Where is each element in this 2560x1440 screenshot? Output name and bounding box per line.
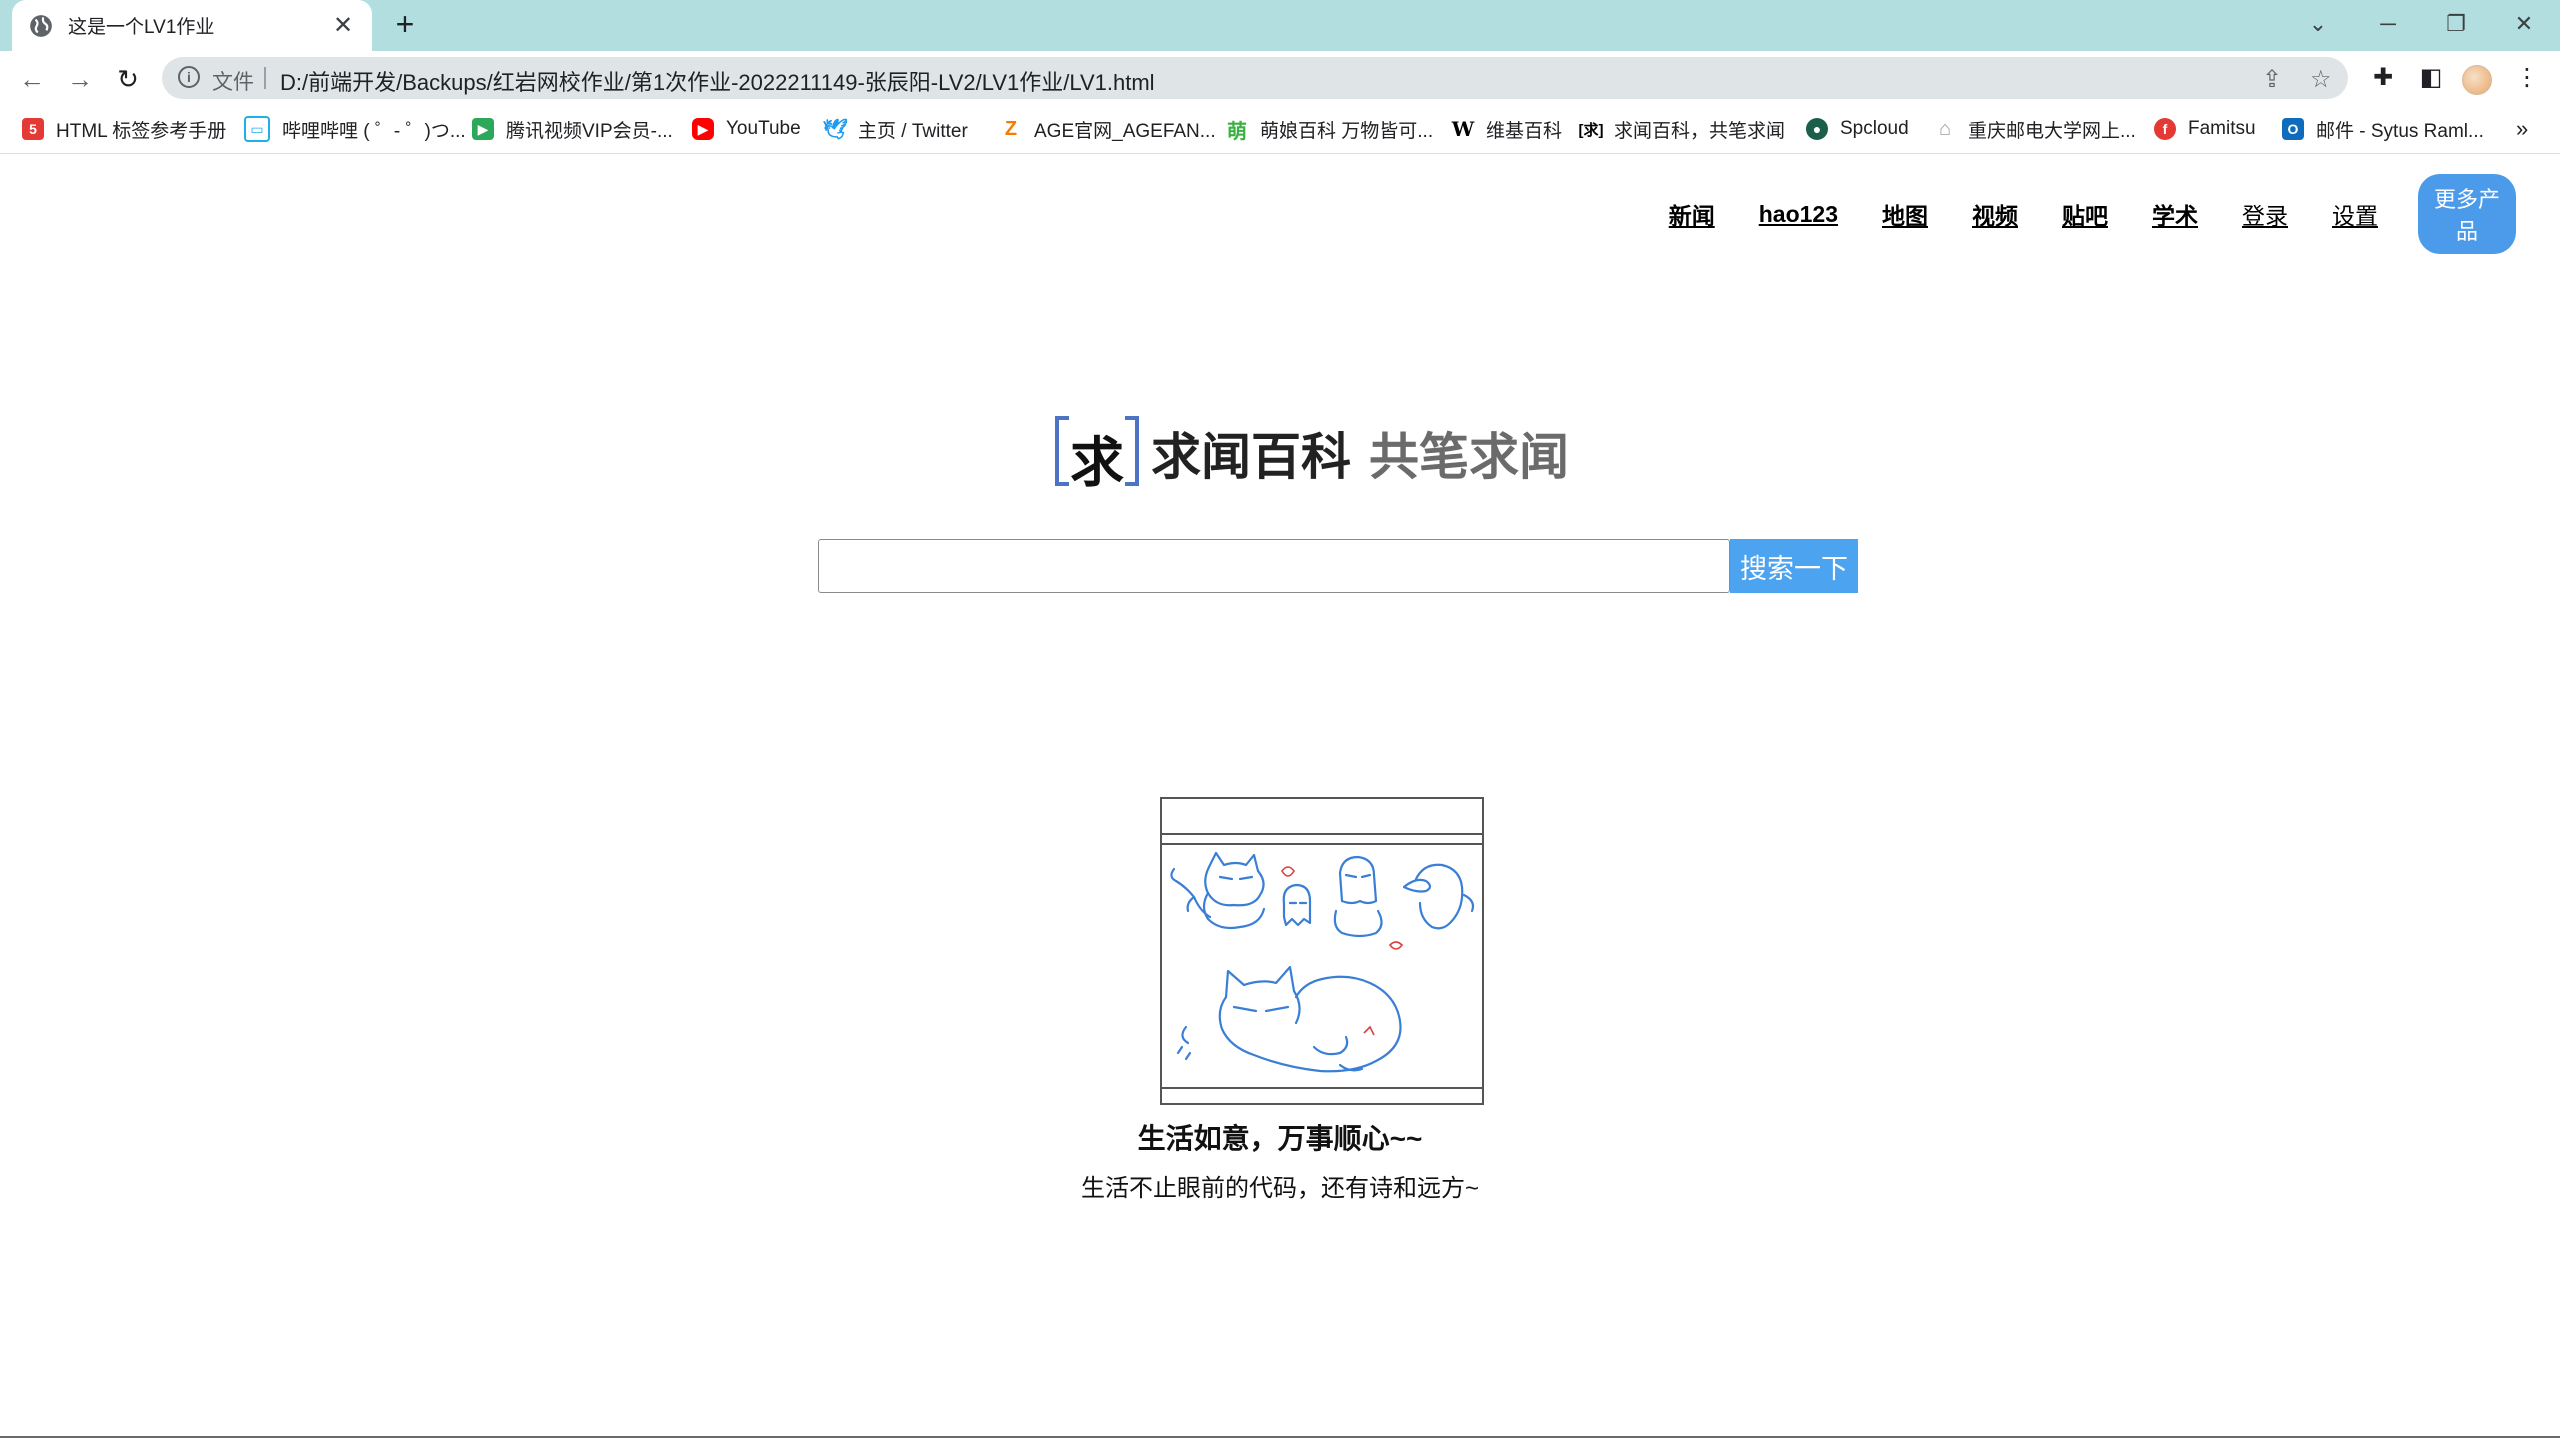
bookmark-star-icon[interactable]: ☆ — [2310, 65, 2332, 94]
tab-title: 这是一个LV1作业 — [68, 17, 215, 38]
footer-divider — [0, 1436, 2560, 1438]
nav-link-login[interactable]: 登录 — [2242, 197, 2288, 231]
age-icon: Z — [1000, 118, 1022, 140]
logo-bracket-right — [1125, 416, 1139, 486]
bookmark-item[interactable]: 5 HTML 标签参考手册 — [22, 114, 226, 144]
reload-button[interactable]: ↻ — [112, 63, 144, 95]
nav-link-academic[interactable]: 学术 — [2152, 197, 2198, 231]
divider — [1162, 1087, 1482, 1089]
search-button[interactable]: 搜索一下 — [1730, 539, 1858, 593]
back-button[interactable]: ← — [16, 63, 48, 95]
wikipedia-icon: W — [1451, 117, 1475, 141]
bookmark-item[interactable]: ▶ YouTube — [692, 114, 801, 144]
bookmark-label: 邮件 - Sytus Raml... — [2316, 120, 2484, 142]
close-window-button[interactable]: ✕ — [2494, 6, 2554, 42]
logo-mark: 求 — [1055, 416, 1139, 494]
file-scheme-label: 文件 — [212, 71, 254, 94]
bookmark-label: 求闻百科，共笔求闻 — [1614, 120, 1786, 142]
close-tab-icon[interactable]: ✕ — [330, 11, 356, 40]
search-input[interactable] — [818, 539, 1730, 593]
nav-link-hao123[interactable]: hao123 — [1759, 201, 1838, 228]
bookmark-label: Spcloud — [1840, 118, 1909, 139]
image-subcaption: 生活不止眼前的代码，还有诗和远方~ — [1080, 1175, 1479, 1202]
moegirl-icon: 萌 — [1226, 118, 1248, 143]
divider — [1162, 833, 1482, 835]
bookmark-label: 重庆邮电大学网上... — [1968, 120, 2136, 142]
bookmark-item[interactable]: ● Spcloud — [1806, 114, 1909, 144]
logo-mark-char: 求 — [1070, 430, 1124, 494]
tab-search-icon[interactable]: ⌄ — [2288, 6, 2348, 42]
bookmark-item[interactable]: O 邮件 - Sytus Raml... — [2282, 114, 2484, 144]
address-bar[interactable]: i 文件 D:/前端开发/Backups/红岩网校作业/第1次作业-202221… — [162, 57, 2348, 99]
bookmarks-bar: 5 HTML 标签参考手册 ▭ 哔哩哔哩 ( ゜- ゜)つ... ▶ 腾讯视频VIP会… — [0, 106, 2560, 154]
search-form: 搜索一下 — [818, 539, 1858, 593]
tab-strip: 这是一个LV1作业 ✕ + ⌄ ─ ❐ ✕ — [0, 0, 2560, 51]
browser-tab[interactable]: 这是一个LV1作业 ✕ — [12, 0, 372, 51]
top-nav: 新闻 hao123 地图 视频 贴吧 学术 登录 设置 更多产品 — [1625, 174, 2516, 254]
side-panel-icon[interactable]: ◧ — [2416, 63, 2446, 93]
cqupt-icon: ⌂ — [1934, 118, 1956, 140]
minimize-button[interactable]: ─ — [2358, 6, 2418, 42]
bookmark-item[interactable]: 萌萌娘百科 万物皆可... — [1226, 114, 1433, 144]
outlook-mail-icon: O — [2282, 118, 2304, 140]
nav-link-tieba[interactable]: 贴吧 — [2062, 197, 2108, 231]
bookmark-label: 腾讯视频VIP会员-... — [506, 120, 673, 142]
restore-button[interactable]: ❐ — [2426, 6, 2486, 42]
browser-toolbar: ← → ↻ i 文件 D:/前端开发/Backups/红岩网校作业/第1次作业-… — [0, 51, 2560, 106]
globe-icon — [30, 14, 52, 37]
nav-link-settings[interactable]: 设置 — [2332, 197, 2378, 231]
nav-link-map[interactable]: 地图 — [1882, 197, 1928, 231]
forward-button[interactable]: → — [64, 63, 96, 95]
divider — [1162, 843, 1482, 845]
divider — [264, 67, 266, 89]
tencent-video-icon: ▶ — [472, 118, 494, 140]
bookmark-label: 主页 / Twitter — [858, 120, 968, 142]
bookmark-item[interactable]: [求] 求闻百科，共笔求闻 — [1579, 114, 1786, 144]
bookmark-item[interactable]: 🕊 主页 / Twitter — [822, 114, 968, 144]
bookmark-item[interactable]: Z AGE官网_AGEFAN... — [1000, 114, 1216, 144]
spcloud-icon: ● — [1806, 118, 1828, 140]
nav-link-video[interactable]: 视频 — [1972, 197, 2018, 231]
nav-link-news[interactable]: 新闻 — [1669, 197, 1715, 231]
cat-sketch-image — [1160, 797, 1484, 1105]
bookmark-item[interactable]: ⌂ 重庆邮电大学网上... — [1934, 114, 2136, 144]
bookmark-item[interactable]: ▶ 腾讯视频VIP会员-... — [472, 114, 673, 144]
bookmark-label: 维基百科 — [1486, 120, 1563, 142]
cat-doodle-illustration — [1170, 851, 1475, 1073]
youtube-icon: ▶ — [692, 118, 714, 140]
logo-name: 求闻百科 — [1151, 427, 1351, 486]
image-caption: 生活如意，万事顺心~~ — [1137, 1123, 1423, 1154]
bookmark-item[interactable]: W 维基百科 — [1452, 114, 1562, 144]
logo-slogan: 共笔求闻 — [1369, 427, 1569, 486]
extensions-icon[interactable]: ✚ — [2368, 63, 2398, 93]
bookmark-label: HTML 标签参考手册 — [56, 120, 227, 142]
more-bookmarks-icon[interactable]: » — [2516, 116, 2528, 142]
new-tab-button[interactable]: + — [388, 8, 422, 42]
qiuwen-icon: [求] — [1579, 118, 1604, 140]
famitsu-icon: f — [2154, 118, 2176, 140]
bookmark-item[interactable]: ▭ 哔哩哔哩 ( ゜- ゜)つ... — [244, 114, 466, 144]
bookmark-label: Famitsu — [2188, 118, 2256, 139]
bookmark-item[interactable]: f Famitsu — [2154, 114, 2256, 144]
logo-bracket-left — [1055, 416, 1069, 486]
profile-avatar[interactable] — [2462, 65, 2492, 95]
bookmark-label: 萌娘百科 万物皆可... — [1260, 120, 1434, 142]
page-content: 新闻 hao123 地图 视频 贴吧 学术 登录 设置 更多产品 求 求闻百科 … — [0, 154, 2560, 1440]
bookmark-label: 哔哩哔哩 ( ゜- ゜)つ... — [282, 120, 466, 142]
more-products-button[interactable]: 更多产品 — [2418, 174, 2516, 254]
url-text[interactable]: D:/前端开发/Backups/红岩网校作业/第1次作业-2022211149-… — [280, 65, 1155, 97]
site-logo: 求 求闻百科 共笔求闻 — [1055, 416, 1569, 494]
info-icon[interactable]: i — [178, 66, 200, 88]
menu-icon[interactable]: ⋮ — [2512, 63, 2542, 93]
bilibili-icon: ▭ — [244, 116, 270, 142]
bookmark-label: YouTube — [726, 118, 801, 139]
share-icon[interactable]: ⇪ — [2262, 65, 2282, 94]
html-ref-icon: 5 — [22, 118, 44, 140]
bookmark-label: AGE官网_AGEFAN... — [1034, 120, 1216, 142]
twitter-icon: 🕊 — [822, 118, 848, 141]
